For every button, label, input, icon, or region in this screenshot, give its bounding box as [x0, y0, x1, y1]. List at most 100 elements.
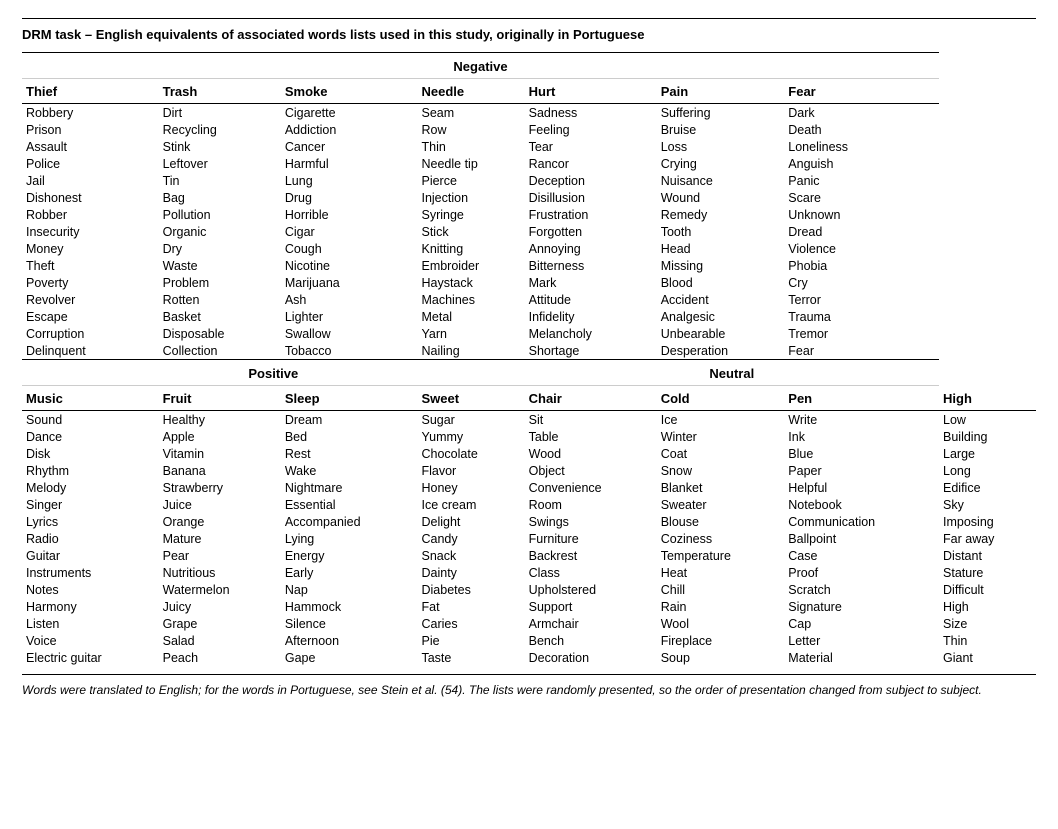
col-header-sleep: Sleep [281, 386, 418, 411]
list-item: Apple [159, 428, 281, 445]
list-item: Revolver [22, 291, 159, 308]
list-item: Sugar [417, 411, 524, 429]
list-item: Panic [784, 172, 939, 189]
list-item: Anguish [784, 155, 939, 172]
list-item: Phobia [784, 257, 939, 274]
list-item: Stink [159, 138, 281, 155]
list-item: Signature [784, 598, 939, 615]
positive-label: Positive [22, 360, 525, 386]
table-row: DiskVitaminRestChocolateWoodCoatBlueLarg… [22, 445, 1036, 462]
list-item: Crying [657, 155, 785, 172]
list-item: Cigarette [281, 104, 418, 122]
list-item: Trauma [784, 308, 939, 325]
list-item: Mature [159, 530, 281, 547]
list-item: Bitterness [525, 257, 657, 274]
list-item: Grape [159, 615, 281, 632]
list-item: Sit [525, 411, 657, 429]
list-item: Building [939, 428, 1036, 445]
main-table: Negative ThiefTrashSmokeNeedleHurtPainFe… [22, 52, 1036, 666]
list-item: Electric guitar [22, 649, 159, 666]
list-item: Long [939, 462, 1036, 479]
list-item: Salad [159, 632, 281, 649]
list-item: Case [784, 547, 939, 564]
list-item: Bruise [657, 121, 785, 138]
list-item: Bag [159, 189, 281, 206]
list-item: Shortage [525, 342, 657, 360]
col-header-sweet: Sweet [417, 386, 524, 411]
list-item: High [939, 598, 1036, 615]
list-item: Theft [22, 257, 159, 274]
table-row: JailTinLungPierceDeceptionNuisancePanic [22, 172, 1036, 189]
col-header-pain: Pain [657, 79, 785, 104]
list-item: Chocolate [417, 445, 524, 462]
list-item: Room [525, 496, 657, 513]
list-item: Honey [417, 479, 524, 496]
list-item: Snow [657, 462, 785, 479]
table-row: SingerJuiceEssentialIce creamRoomSweater… [22, 496, 1036, 513]
table-row: InsecurityOrganicCigarStickForgottenToot… [22, 223, 1036, 240]
list-item: Forgotten [525, 223, 657, 240]
table-row: Electric guitarPeachGapeTasteDecorationS… [22, 649, 1036, 666]
list-item: Fat [417, 598, 524, 615]
col-header-hurt: Hurt [525, 79, 657, 104]
list-item: Accompanied [281, 513, 418, 530]
list-item: Nailing [417, 342, 524, 360]
list-item: Soup [657, 649, 785, 666]
table-row: EscapeBasketLighterMetalInfidelityAnalge… [22, 308, 1036, 325]
list-item: Blue [784, 445, 939, 462]
list-item: Basket [159, 308, 281, 325]
table-row: LyricsOrangeAccompaniedDelightSwingsBlou… [22, 513, 1036, 530]
list-item: Voice [22, 632, 159, 649]
list-item: Ash [281, 291, 418, 308]
list-item: Swings [525, 513, 657, 530]
table-row: ListenGrapeSilenceCariesArmchairWoolCapS… [22, 615, 1036, 632]
list-item: Material [784, 649, 939, 666]
list-item: Pear [159, 547, 281, 564]
table-row: MoneyDryCoughKnittingAnnoyingHeadViolenc… [22, 240, 1036, 257]
list-item: Nutritious [159, 564, 281, 581]
col-header-needle: Needle [417, 79, 524, 104]
list-item: Insecurity [22, 223, 159, 240]
list-item: Coziness [657, 530, 785, 547]
list-item: Chill [657, 581, 785, 598]
list-item: Nap [281, 581, 418, 598]
list-item: Afternoon [281, 632, 418, 649]
list-item: Collection [159, 342, 281, 360]
list-item: Harmony [22, 598, 159, 615]
list-item: Harmful [281, 155, 418, 172]
table-row: RobberPollutionHorribleSyringeFrustratio… [22, 206, 1036, 223]
list-item: Robber [22, 206, 159, 223]
list-item: Letter [784, 632, 939, 649]
table-row: AssaultStinkCancerThinTearLossLoneliness [22, 138, 1036, 155]
list-item: Dream [281, 411, 418, 429]
col-header-thief: Thief [22, 79, 159, 104]
list-item: Stick [417, 223, 524, 240]
list-item: Poverty [22, 274, 159, 291]
list-item: Thin [939, 632, 1036, 649]
list-item: Money [22, 240, 159, 257]
list-item: Radio [22, 530, 159, 547]
list-item: Low [939, 411, 1036, 429]
list-item: Syringe [417, 206, 524, 223]
list-item: Orange [159, 513, 281, 530]
list-item: Guitar [22, 547, 159, 564]
list-item: Silence [281, 615, 418, 632]
list-item: Notebook [784, 496, 939, 513]
list-item: Delinquent [22, 342, 159, 360]
list-item: Cigar [281, 223, 418, 240]
list-item: Leftover [159, 155, 281, 172]
list-item: Healthy [159, 411, 281, 429]
list-item: Delight [417, 513, 524, 530]
list-item: Machines [417, 291, 524, 308]
list-item: Disposable [159, 325, 281, 342]
table-row: RadioMatureLyingCandyFurnitureCozinessBa… [22, 530, 1036, 547]
list-item: Scare [784, 189, 939, 206]
list-item: Size [939, 615, 1036, 632]
list-item: Drug [281, 189, 418, 206]
list-item: Suffering [657, 104, 785, 122]
list-item: Coat [657, 445, 785, 462]
list-item: Analgesic [657, 308, 785, 325]
table-row: TheftWasteNicotineEmbroiderBitternessMis… [22, 257, 1036, 274]
list-item: Tear [525, 138, 657, 155]
list-item: Remedy [657, 206, 785, 223]
